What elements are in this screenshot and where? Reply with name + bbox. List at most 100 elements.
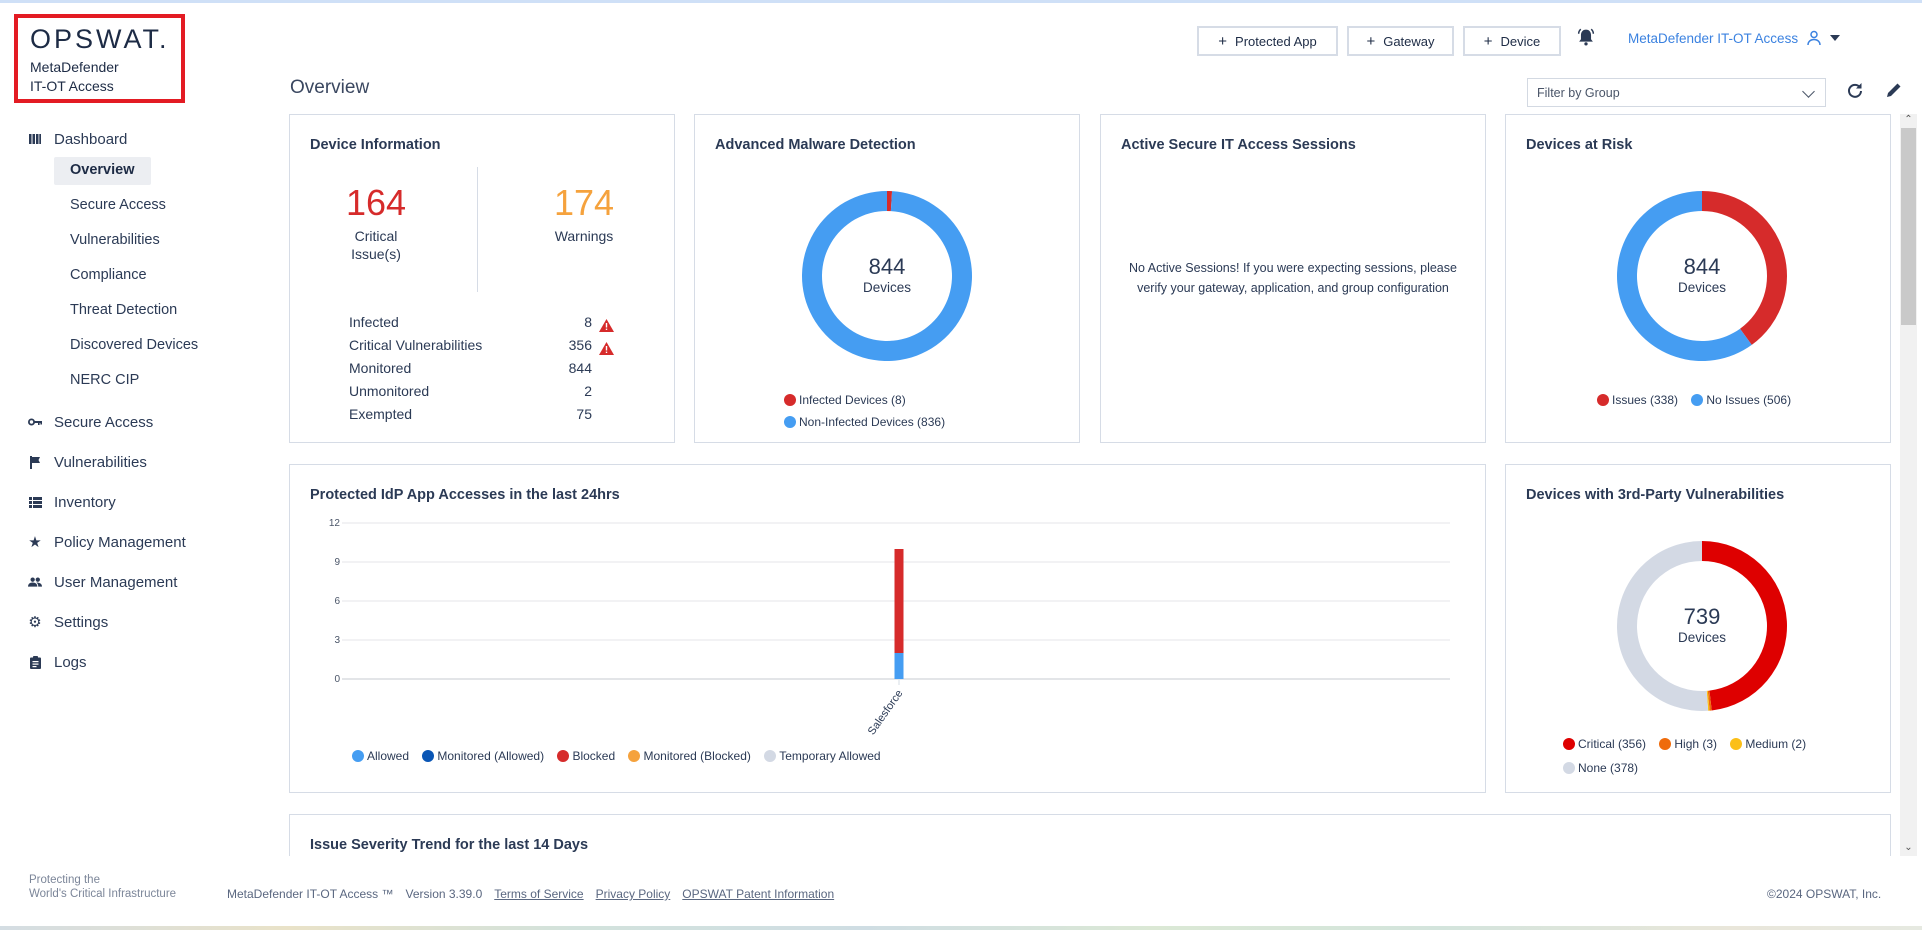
sidebar-item-dashboard[interactable]: Dashboard [0,125,270,153]
users-icon [28,575,42,589]
critical-label-line2: Issue(s) [351,246,401,262]
malware-detection-card: Advanced Malware Detection 844 Devices I… [694,114,1080,443]
legend-dot [557,750,570,762]
plus-icon: + [1366,32,1376,50]
legend-dot [352,750,364,762]
add-protected-app-label: Protected App [1235,33,1317,49]
sidebar-item-label: Inventory [54,493,116,511]
refresh-icon[interactable] [1846,81,1864,99]
legend-label: Monitored (Blocked) [643,749,751,763]
sidebar-subitem-discovered-devices[interactable]: Discovered Devices [54,332,214,360]
footer-version: Version 3.39.0 [405,887,483,901]
active-sessions-card: Active Secure IT Access Sessions No Acti… [1100,114,1486,443]
sidebar: Dashboard Overview Secure Access Vulnera… [0,125,270,682]
sidebar-item-user-management[interactable]: User Management [0,562,270,602]
legend-item-allowed[interactable]: Allowed [352,749,409,763]
donut-center: 844 Devices [807,254,967,295]
chart-legend: Allowed Monitored (Allowed) Blocked Moni… [352,749,1052,765]
divider [477,167,478,292]
sidebar-subitem-secure-access[interactable]: Secure Access [54,192,182,220]
legend-item-non-infected[interactable]: Non-Infected Devices (836) [784,415,945,429]
stat-row-infected[interactable]: Infected 8 [349,314,614,337]
legend-label: Temporary Allowed [779,749,881,763]
critical-issues-label: Critical Issue(s) [316,227,436,263]
card-title: Devices at Risk [1526,137,1633,153]
add-protected-app-button[interactable]: + Protected App [1197,26,1338,56]
main-scrollbar[interactable]: ⌃ ⌄ [1900,114,1917,856]
stat-value: 2 [584,383,592,399]
bell-icon[interactable] [1575,26,1597,48]
product-name-line1: MetaDefender [30,59,119,75]
legend-label: Non-Infected Devices (836) [799,415,946,429]
sidebar-item-secure-access[interactable]: Secure Access [0,402,270,442]
sidebar-item-settings[interactable]: ⚙ Settings [0,602,270,642]
legend-item-none[interactable]: None (378) [1563,761,1638,775]
sidebar-item-label: User Management [54,573,178,591]
scroll-down-icon[interactable]: ⌄ [1900,842,1917,856]
legend-dot [1597,394,1609,406]
critical-label-line1: Critical [354,228,398,244]
donut-center: 739 Devices [1622,604,1782,645]
sidebar-item-logs[interactable]: Logs [0,642,270,682]
sidebar-subitem-threat-detection[interactable]: Threat Detection [54,297,193,325]
legend-item-critical[interactable]: Critical (356) [1563,737,1646,751]
y-tick-label: 6 [334,596,340,607]
legend-item-monitored-allowed[interactable]: Monitored (Allowed) [422,749,544,763]
add-device-button[interactable]: + Device [1463,26,1561,56]
sidebar-subitem-overview[interactable]: Overview [54,157,151,185]
y-tick-label: 0 [334,674,340,685]
sidebar-subitem-compliance[interactable]: Compliance [54,262,163,290]
filter-by-group-select[interactable]: Filter by Group [1527,78,1826,107]
warnings-count[interactable]: 174 [524,182,644,224]
legend-item-no-issues[interactable]: No Issues (506) [1691,393,1791,407]
scroll-up-icon[interactable]: ⌃ [1900,114,1917,128]
legend-item-temporary-allowed[interactable]: Temporary Allowed [764,749,881,763]
sidebar-subitem-nerc-cip[interactable]: NERC CIP [54,367,155,395]
stat-label: Exempted [349,406,413,422]
sidebar-subitem-vulnerabilities[interactable]: Vulnerabilities [54,227,176,255]
critical-issues-count[interactable]: 164 [316,182,436,224]
product-logo[interactable]: OPSWAT. MetaDefender IT-OT Access [14,14,185,103]
bar-segment-blocked[interactable] [894,549,904,653]
add-gateway-button[interactable]: + Gateway [1347,26,1454,56]
legend-label: No Issues (506) [1706,393,1792,407]
empty-state-message: No Active Sessions! If you were expectin… [1121,258,1465,298]
legend-label: Issues (338) [1612,393,1679,407]
legend-item-high[interactable]: High (3) [1659,737,1717,751]
terms-of-service-link[interactable]: Terms of Service [494,887,583,901]
bar-segment-allowed[interactable] [894,653,904,679]
stat-row-critical-vulnerabilities[interactable]: Critical Vulnerabilities 356 [349,337,614,360]
legend-item-infected[interactable]: Infected Devices (8) [784,393,906,407]
legend-dot [422,750,435,762]
legend-dot [764,750,777,762]
legend-item-issues[interactable]: Issues (338) [1597,393,1678,407]
sidebar-item-vulnerabilities[interactable]: Vulnerabilities [0,442,270,482]
account-label: MetaDefender IT-OT Access [1628,30,1799,46]
idp-accesses-bar-chart: 0 3 6 9 12 Salesforce [329,518,1450,737]
tagline-line1: Protecting the [29,874,100,886]
sidebar-item-policy-management[interactable]: ★ Policy Management [0,522,270,562]
card-title: Devices with 3rd-Party Vulnerabilities [1526,487,1785,503]
sidebar-item-inventory[interactable]: Inventory [0,482,270,522]
device-information-card: Device Information 164 Critical Issue(s)… [289,114,675,443]
donut-center-value: 739 [1683,604,1721,629]
privacy-policy-link[interactable]: Privacy Policy [596,887,671,901]
dashboard-icon [28,132,42,146]
stat-row-unmonitored[interactable]: Unmonitored 2 [349,383,614,406]
account-menu[interactable]: MetaDefender IT-OT Access [1628,30,1841,46]
edit-pencil-icon[interactable] [1885,81,1903,99]
sidebar-item-label: Dashboard [54,130,128,148]
legend-label: Medium (2) [1745,737,1807,751]
legend-item-medium[interactable]: Medium (2) [1730,737,1806,751]
stat-row-monitored[interactable]: Monitored 844 [349,360,614,383]
legend-dot [784,416,796,428]
legend-item-monitored-blocked[interactable]: Monitored (Blocked) [628,749,751,763]
plus-icon: + [1483,32,1493,50]
stat-row-exempted[interactable]: Exempted 75 [349,406,614,429]
stat-label: Critical Vulnerabilities [349,337,483,353]
scrollbar-thumb[interactable] [1901,128,1916,325]
legend-item-blocked[interactable]: Blocked [557,749,615,763]
donut-center: 844 Devices [1622,254,1782,295]
patent-information-link[interactable]: OPSWAT Patent Information [682,887,834,901]
add-device-label: Device [1500,33,1541,49]
